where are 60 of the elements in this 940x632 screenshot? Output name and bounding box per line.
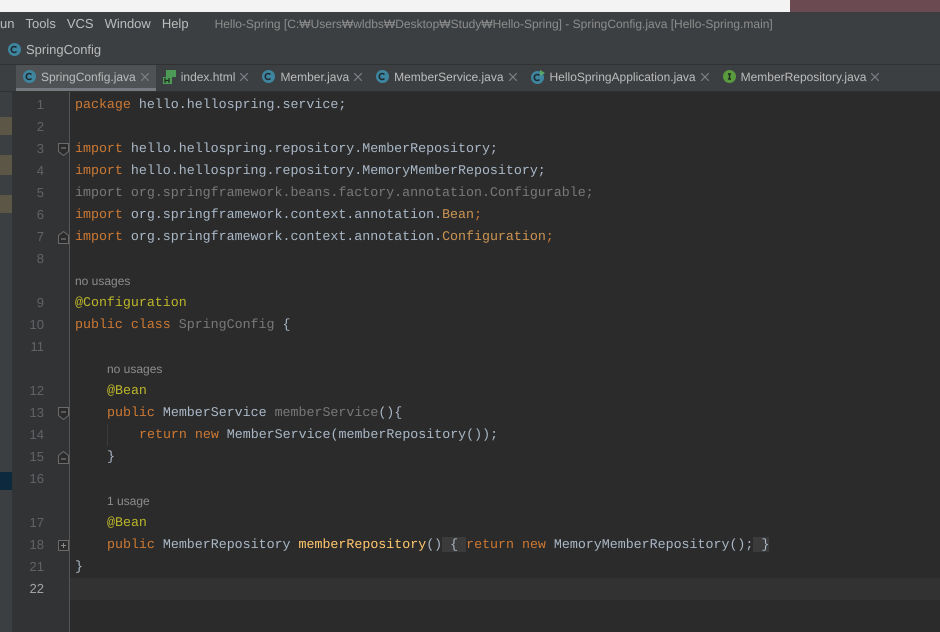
code-line: @Bean (107, 382, 147, 400)
class-icon (8, 43, 21, 56)
window-title: Hello-Spring [C:₩Users₩wldbs₩Desktop₩Study₩Hello-Spring] - SpringConfig.java [Hello-Spring.main] (214, 16, 773, 32)
interface-icon (722, 70, 736, 83)
code-line: import org.springframework.beans.factory.annotation.Configurable; (75, 184, 594, 202)
code-line: public MemberService memberService(){ (107, 404, 402, 422)
editor-tab[interactable]: MemberRepository.java (716, 65, 886, 91)
editor-tab[interactable]: SpringConfig.java (16, 65, 156, 91)
menu-item[interactable]: Tools (25, 14, 56, 34)
usage-hint[interactable]: no usages (75, 272, 130, 290)
code-line: } (75, 558, 83, 576)
usage-hint[interactable]: no usages (107, 360, 162, 378)
code-line: import org.springframework.context.annotation.Bean; (75, 206, 482, 224)
code-line: } (107, 448, 115, 466)
code-line: return new MemberService(memberRepository()); (139, 426, 498, 444)
class-icon (376, 70, 390, 83)
close-icon[interactable] (508, 72, 517, 80)
code-line: package hello.hellospring.service; (75, 96, 346, 114)
editor-tab[interactable]: Member.java (255, 65, 370, 91)
usage-hint[interactable]: 1 usage (107, 492, 150, 510)
tab-label: HelloSpringApplication.java (550, 68, 696, 86)
expand-fold-icon[interactable] (58, 540, 69, 550)
line-number: 22 (30, 580, 44, 598)
class-icon (262, 70, 276, 83)
tab-label: MemberService.java (394, 68, 504, 86)
close-icon[interactable] (871, 72, 880, 80)
breadcrumb-item[interactable]: SpringConfig (26, 40, 102, 60)
tab-label: Member.java (280, 68, 350, 86)
editor-tab[interactable]: index.html (156, 65, 256, 91)
tab-label: MemberRepository.java (740, 68, 866, 86)
tab-label: index.html (180, 68, 236, 86)
code-line: @Bean (107, 514, 147, 532)
menu-item[interactable]: Help (162, 14, 189, 34)
fold-marker-icon[interactable] (58, 406, 69, 420)
change-marker (0, 117, 12, 135)
code-line: import org.springframework.context.annotation.Configuration; (75, 228, 554, 246)
close-icon[interactable] (354, 72, 362, 80)
class-icon (23, 70, 36, 83)
code-line: import hello.hellospring.repository.MemberRepository; (75, 140, 498, 158)
close-icon[interactable] (700, 72, 709, 80)
code-line: @Configuration (75, 294, 187, 312)
fold-marker-icon[interactable] (58, 142, 69, 156)
fold-marker-icon[interactable] (58, 230, 69, 244)
editor-tab[interactable]: HelloSpringApplication.java (524, 65, 716, 91)
code-line: import hello.hellospring.repository.MemoryMemberRepository; (75, 162, 546, 180)
menu-item[interactable]: Window (104, 14, 151, 34)
menu-item[interactable]: un (0, 14, 14, 34)
html-file-icon (162, 70, 176, 84)
code-line: public MemberRepository memberRepository() { return new MemoryMemberRepository(); } (107, 536, 770, 554)
editor-tab[interactable]: MemberService.java (369, 65, 524, 91)
tab-label: SpringConfig.java (41, 68, 136, 86)
selection-marker (0, 472, 12, 490)
close-icon[interactable] (140, 72, 149, 80)
class-icon (530, 70, 545, 84)
close-icon[interactable] (240, 72, 248, 80)
menu-item[interactable]: VCS (66, 14, 94, 34)
change-marker (0, 195, 12, 213)
fold-marker-icon[interactable] (58, 450, 69, 464)
code-line: public class SpringConfig { (75, 316, 290, 334)
change-marker (0, 155, 12, 175)
